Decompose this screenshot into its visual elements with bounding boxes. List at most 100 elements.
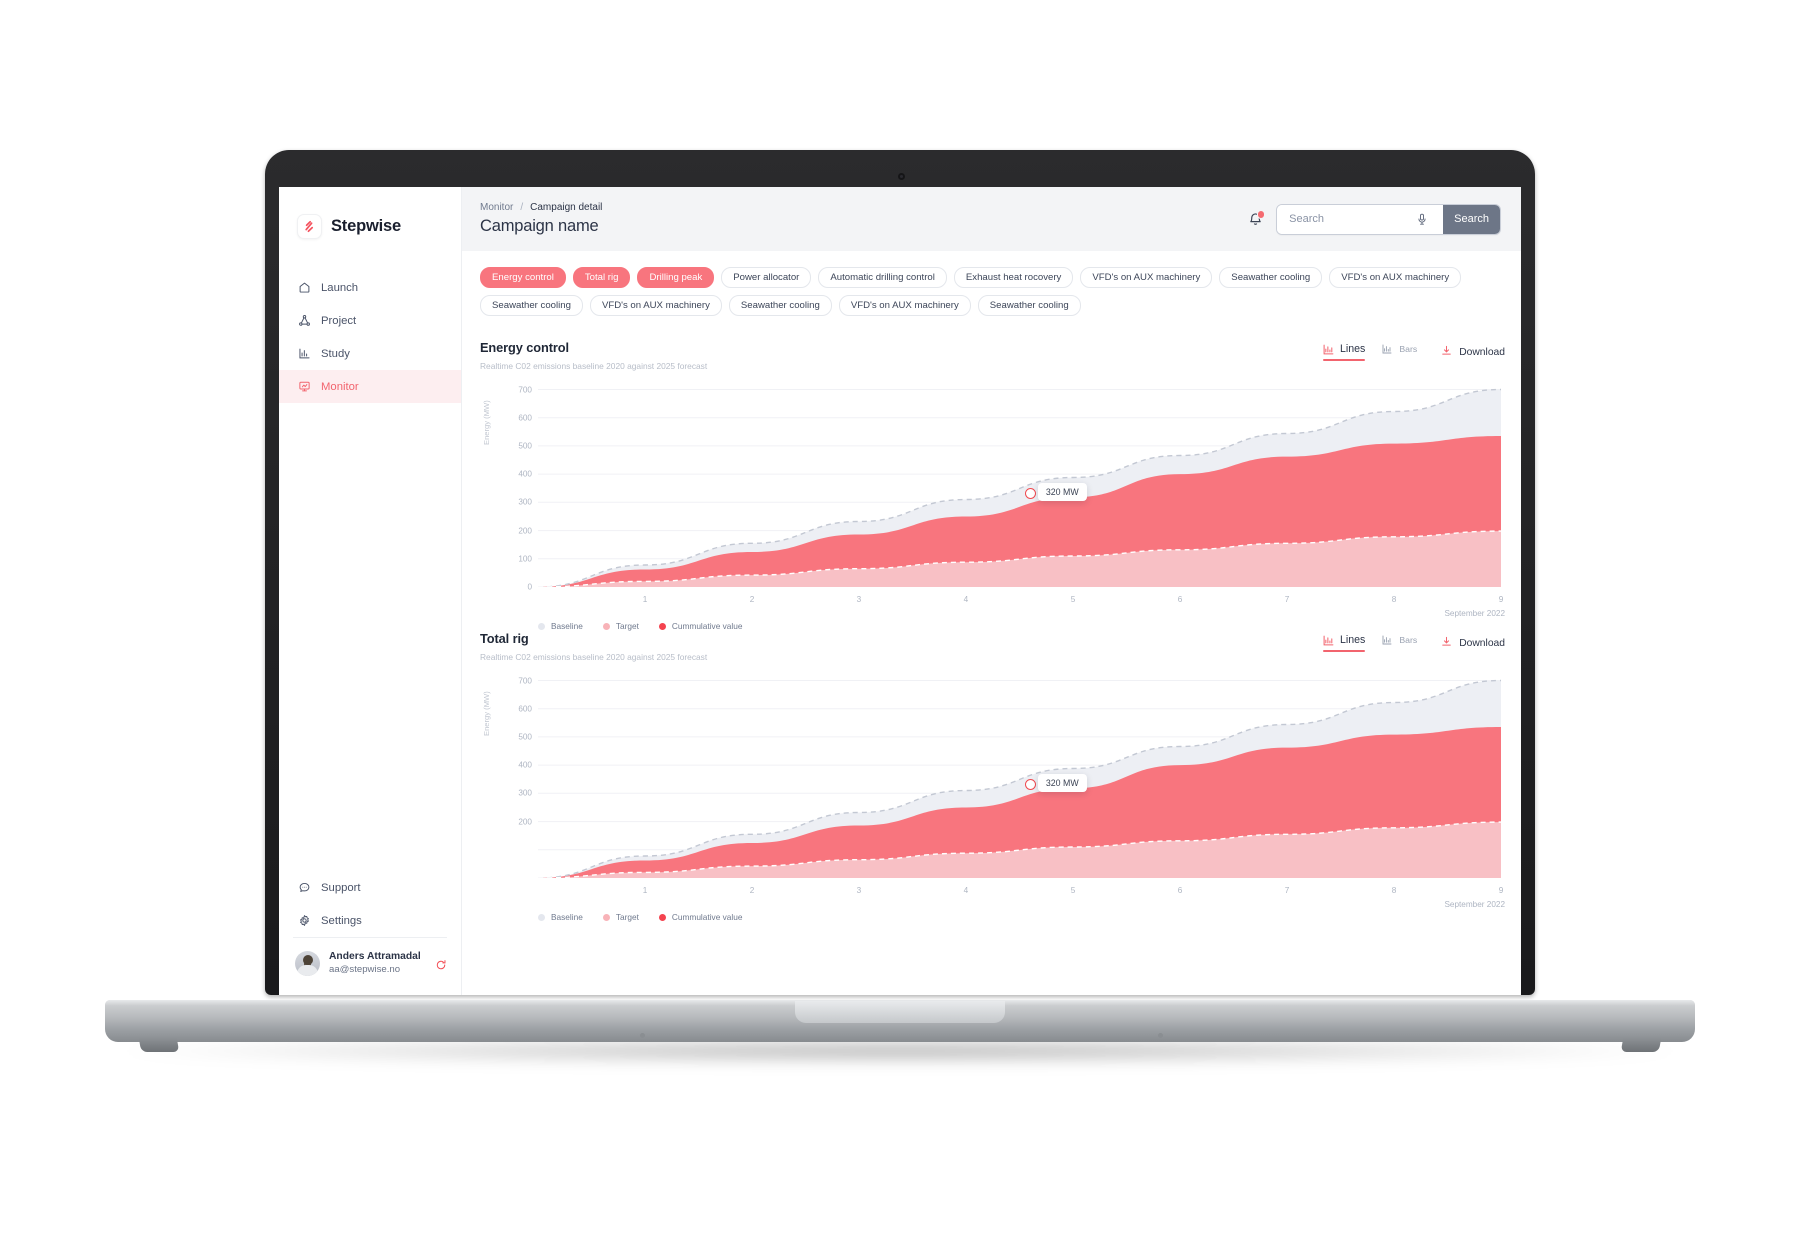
sidebar-item-project[interactable]: Project	[279, 304, 461, 337]
sidebar-item-settings[interactable]: Settings	[279, 904, 461, 937]
chart-view-bars-label: Bars	[1399, 635, 1418, 645]
chart-view-bars-label: Bars	[1399, 344, 1418, 354]
chart-data-marker[interactable]: 320 MW	[1024, 774, 1087, 793]
chart-subtitle: Realtime C02 emissions baseline 2020 aga…	[480, 652, 708, 662]
chart-view-lines-label: Lines	[1340, 343, 1366, 355]
sidebar-item-label: Study	[321, 347, 350, 360]
x-axis-tick: 3	[856, 886, 862, 895]
chart-header: Total rig Realtime C02 emissions baseline…	[480, 631, 1505, 662]
user-profile[interactable]: Anders Attramadal aa@stepwise.no	[279, 938, 461, 995]
microphone-icon[interactable]	[1417, 213, 1427, 226]
y-axis-tick: 600	[518, 413, 532, 423]
x-axis-tick: 5	[1070, 886, 1076, 895]
x-axis-tick: 2	[749, 595, 755, 604]
topbar-right: Search	[1248, 203, 1501, 235]
y-axis-label: Energy (MW)	[482, 691, 491, 736]
filter-pill[interactable]: Power allocator	[721, 267, 812, 288]
filter-pill[interactable]: Seawather cooling	[480, 295, 583, 316]
filter-pill[interactable]: VFD's on AUX machinery	[1329, 267, 1462, 288]
chart-subtitle: Realtime C02 emissions baseline 2020 aga…	[480, 361, 708, 371]
filter-pill[interactable]: VFD's on AUX machinery	[1080, 267, 1213, 288]
chart-titles: Energy control Realtime C02 emissions bas…	[480, 340, 707, 371]
x-axis-tick: 7	[1284, 595, 1290, 604]
x-axis: 1 2 3 4 5 6 7 8 9	[538, 886, 1504, 898]
chart-view-lines-label: Lines	[1340, 634, 1366, 646]
filter-pill[interactable]: Exhaust heat rocovery	[953, 267, 1074, 288]
x-axis-tick: 4	[963, 595, 969, 604]
x-axis-tick: 9	[1498, 595, 1504, 604]
search-input[interactable]	[1287, 212, 1410, 226]
chart-view-bars[interactable]: Bars	[1382, 635, 1417, 652]
chart-view-bars[interactable]: Bars	[1382, 344, 1417, 361]
chart-view-lines[interactable]: Lines	[1323, 343, 1366, 361]
x-axis-tick: 8	[1391, 886, 1397, 895]
legend-swatch	[602, 622, 610, 630]
legend-item: Baseline	[538, 912, 583, 922]
page-title: Campaign name	[480, 217, 599, 235]
chart-view-lines[interactable]: Lines	[1323, 634, 1366, 652]
chart-type-toggle: Lines Bars	[1323, 343, 1417, 361]
y-axis-tick: 200	[518, 817, 532, 827]
chart-card: Energy control Realtime C02 emissions bas…	[480, 322, 1505, 631]
legend-label: Baseline	[551, 621, 583, 631]
sidebar-item-label: Monitor	[321, 380, 359, 393]
sidebar-item-support[interactable]: Support	[279, 871, 461, 904]
filter-pill[interactable]: Total rig	[572, 267, 631, 288]
breadcrumb-parent[interactable]: Monitor	[480, 202, 513, 213]
logout-icon[interactable]	[435, 958, 447, 970]
laptop-screen: Stepwise Launch Project Study Monitor Su…	[279, 187, 1521, 995]
sidebar-item-study[interactable]: Study	[279, 337, 461, 370]
filter-pill[interactable]: VFD's on AUX machinery	[838, 295, 971, 316]
legend-swatch	[538, 622, 545, 630]
chart-plot: Energy (MW) 0 100 200 300 400 500 600 700 320 MW 1…	[480, 381, 1505, 631]
search-field[interactable]	[1277, 204, 1444, 234]
legend-label: Target	[615, 621, 639, 631]
bar-chart-icon	[1382, 344, 1393, 355]
bell-icon[interactable]	[1248, 210, 1266, 227]
app-root: Stepwise Launch Project Study Monitor Su…	[279, 187, 1521, 995]
chart-canvas: 320 MW	[538, 381, 1501, 587]
home-icon	[297, 281, 311, 295]
x-axis-tick: 8	[1391, 595, 1397, 604]
chart-titles: Total rig Realtime C02 emissions baseline…	[480, 631, 707, 662]
filter-pill[interactable]: Energy control	[480, 267, 566, 288]
download-label: Download	[1459, 637, 1505, 649]
filter-pill[interactable]: Drilling peak	[637, 267, 715, 288]
download-label: Download	[1459, 346, 1505, 358]
y-axis-tick: 700	[518, 385, 532, 394]
filter-pill[interactable]: Seawather cooling	[977, 295, 1081, 316]
sidebar-item-monitor[interactable]: Monitor	[279, 370, 461, 403]
y-axis: 200 300 400 500 600 700	[494, 672, 532, 878]
download-button[interactable]: Download	[1441, 636, 1505, 650]
content-scroll[interactable]: Energy control Total rig Drilling peak Powe…	[462, 251, 1521, 995]
filter-pill[interactable]: Seawather cooling	[1219, 267, 1323, 288]
legend-item: Cummulative value	[658, 621, 742, 631]
sidebar-item-launch[interactable]: Launch	[279, 271, 461, 304]
marker-ring	[1024, 488, 1036, 500]
breadcrumb: Monitor / Campaign detail	[480, 202, 602, 213]
filter-pill[interactable]: VFD's on AUX machinery	[589, 295, 722, 316]
x-axis-tick: 1	[642, 886, 648, 895]
user-name: Anders Attramadal	[329, 951, 421, 963]
monitor-screen-icon	[297, 380, 311, 394]
user-email: aa@stepwise.no	[329, 964, 401, 976]
x-axis-tick: 1	[642, 595, 648, 604]
x-axis-tick: 6	[1177, 595, 1183, 604]
chart-data-marker[interactable]: 320 MW	[1024, 483, 1087, 502]
chart-type-toggle: Lines Bars	[1323, 634, 1417, 652]
download-button[interactable]: Download	[1441, 345, 1505, 359]
legend-swatch	[602, 913, 610, 921]
filter-pill[interactable]: Automatic drilling control	[818, 267, 947, 288]
filter-pill[interactable]: Seawather cooling	[728, 295, 832, 316]
brand[interactable]: Stepwise	[279, 187, 461, 239]
sidebar-bottom: Support Settings Anders Attramadal aa@st…	[279, 871, 461, 995]
y-axis-tick: 100	[518, 554, 532, 564]
sidebar-item-label: Settings	[321, 914, 362, 927]
x-axis: 1 2 3 4 5 6 7 8 9	[538, 595, 1504, 607]
notification-badge	[1256, 210, 1266, 219]
legend-label: Target	[615, 912, 639, 922]
laptop-mockup: Stepwise Launch Project Study Monitor Su…	[0, 0, 1800, 1236]
x-axis-tick: 7	[1284, 886, 1290, 895]
user-meta: Anders Attramadal aa@stepwise.no	[329, 950, 426, 977]
search-button[interactable]: Search	[1443, 204, 1500, 234]
